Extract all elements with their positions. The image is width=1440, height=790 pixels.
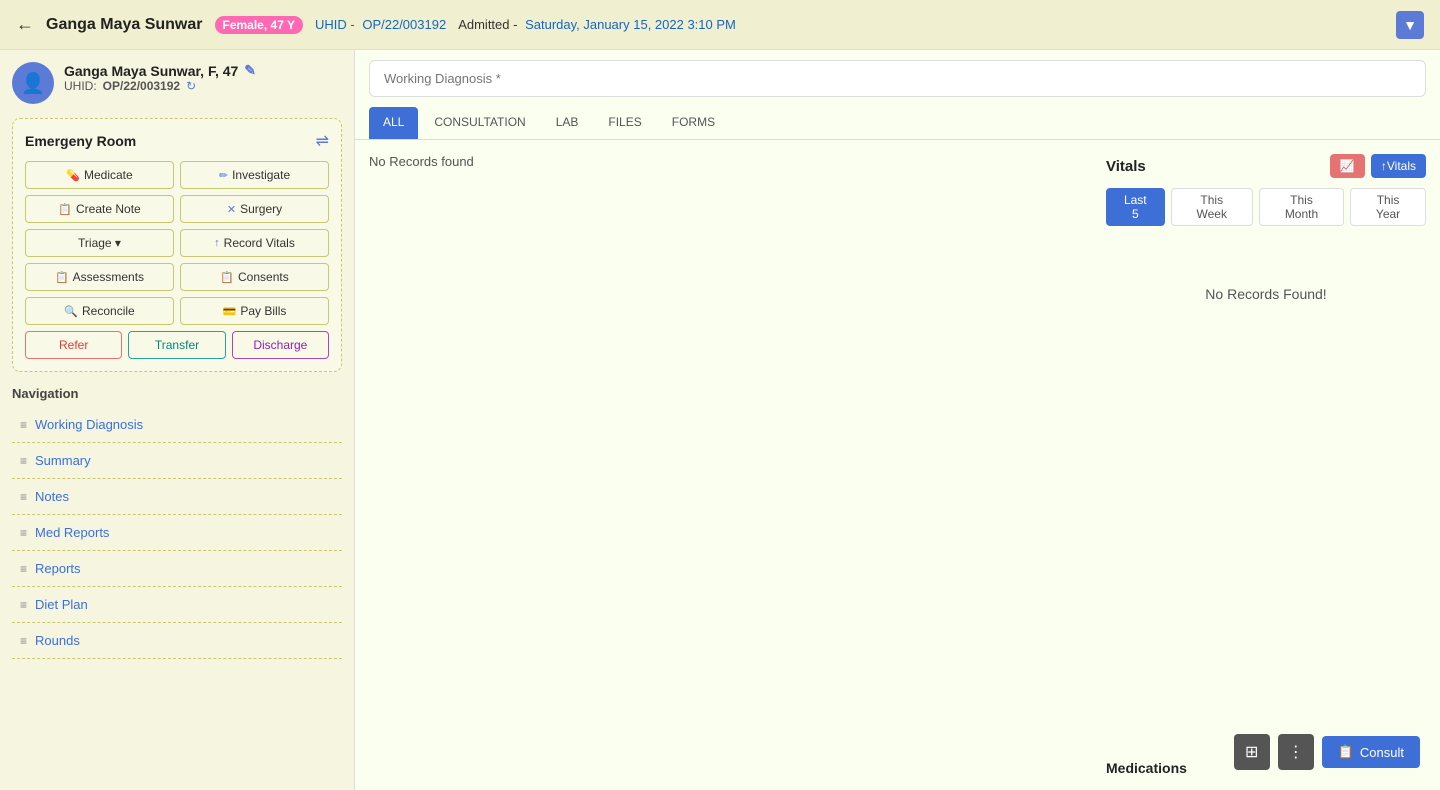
consents-button[interactable]: 📋 Consents bbox=[180, 263, 329, 291]
vitals-section: Vitals 📈 ↑Vitals Last 5 This Week bbox=[1106, 154, 1426, 740]
more-icon: ⋮ bbox=[1288, 742, 1304, 762]
consult-button[interactable]: 📋 Consult bbox=[1322, 736, 1420, 768]
refresh-icon[interactable]: ↻ bbox=[186, 79, 196, 93]
action-buttons-grid: 💊 Medicate ✏ Investigate 📋 Create Note ✕… bbox=[25, 161, 329, 325]
top-right-button[interactable]: ▼ bbox=[1396, 11, 1424, 39]
right-content: ALL CONSULTATION LAB FILES FORMS No Reco… bbox=[355, 50, 1440, 790]
vitals-buttons: 📈 ↑Vitals bbox=[1330, 154, 1426, 178]
consents-icon: 📋 bbox=[220, 271, 234, 284]
surgery-button[interactable]: ✕ Surgery bbox=[180, 195, 329, 223]
patient-full-name: Ganga Maya Sunwar, F, 47 ✎ bbox=[64, 62, 342, 79]
er-action-row: Refer Transfer Discharge bbox=[25, 331, 329, 359]
reconcile-icon: 🔍 bbox=[64, 305, 78, 318]
discharge-button[interactable]: Discharge bbox=[232, 331, 329, 359]
filter-icon[interactable]: ⇌ bbox=[316, 131, 329, 151]
bottom-actions: ⊞ ⋮ 📋 Consult bbox=[1234, 734, 1420, 770]
nav-item-working-diagnosis[interactable]: ≡ Working Diagnosis bbox=[12, 407, 342, 443]
nav-icon: ≡ bbox=[20, 634, 27, 648]
pay-bills-icon: 💳 bbox=[223, 305, 237, 318]
nav-item-med-reports[interactable]: ≡ Med Reports bbox=[12, 515, 342, 551]
medicate-icon: 💊 bbox=[66, 169, 80, 182]
surgery-icon: ✕ bbox=[227, 203, 236, 216]
nav-icon: ≡ bbox=[20, 418, 27, 432]
nav-icon: ≡ bbox=[20, 598, 27, 612]
create-note-button[interactable]: 📋 Create Note bbox=[25, 195, 174, 223]
working-diagnosis-bar bbox=[355, 50, 1440, 107]
record-vitals-button[interactable]: ↑ Record Vitals bbox=[180, 229, 329, 257]
assessments-button[interactable]: 📋 Assessments bbox=[25, 263, 174, 291]
assessments-icon: 📋 bbox=[55, 271, 69, 284]
working-diagnosis-input[interactable] bbox=[369, 60, 1426, 97]
emergency-room-card: Emergeny Room ⇌ 💊 Medicate ✏ Investigate… bbox=[12, 118, 342, 372]
nav-icon: ≡ bbox=[20, 490, 27, 504]
navigation-section: Navigation ≡ Working Diagnosis ≡ Summary… bbox=[12, 386, 342, 659]
vitals-header: Vitals 📈 ↑Vitals bbox=[1106, 154, 1426, 178]
header-patient-name: Ganga Maya Sunwar bbox=[46, 16, 203, 34]
record-vitals-icon: ↑ bbox=[214, 237, 220, 249]
grid-view-button[interactable]: ⊞ bbox=[1234, 734, 1270, 770]
admitted-info: Admitted - Saturday, January 15, 2022 3:… bbox=[458, 17, 736, 32]
main-layout: 👤 Ganga Maya Sunwar, F, 47 ✎ UHID: OP/22… bbox=[0, 50, 1440, 790]
tab-all[interactable]: ALL bbox=[369, 107, 418, 139]
more-options-button[interactable]: ⋮ bbox=[1278, 734, 1314, 770]
back-button[interactable]: ← bbox=[16, 14, 34, 35]
vitals-chart-button[interactable]: 📈 bbox=[1330, 154, 1365, 178]
pay-bills-button[interactable]: 💳 Pay Bills bbox=[180, 297, 329, 325]
nav-item-diet-plan[interactable]: ≡ Diet Plan bbox=[12, 587, 342, 623]
tab-forms[interactable]: FORMS bbox=[658, 107, 729, 139]
edit-icon[interactable]: ✎ bbox=[244, 62, 256, 79]
uhid-info: UHID - OP/22/003192 bbox=[315, 17, 446, 32]
patient-card: 👤 Ganga Maya Sunwar, F, 47 ✎ UHID: OP/22… bbox=[12, 62, 342, 104]
nav-icon: ≡ bbox=[20, 526, 27, 540]
create-note-icon: 📋 bbox=[58, 203, 72, 216]
gender-age-badge: Female, 47 Y bbox=[215, 16, 304, 34]
tab-consultation[interactable]: CONSULTATION bbox=[420, 107, 539, 139]
er-title: Emergeny Room bbox=[25, 133, 136, 149]
chart-icon: 📈 bbox=[1340, 159, 1355, 173]
nav-item-rounds[interactable]: ≡ Rounds bbox=[12, 623, 342, 659]
content-area: No Records found Vitals 📈 ↑Vitals bbox=[355, 140, 1440, 790]
consult-icon: 📋 bbox=[1338, 744, 1354, 760]
period-this-week-button[interactable]: This Week bbox=[1171, 188, 1253, 226]
period-last5-button[interactable]: Last 5 bbox=[1106, 188, 1165, 226]
patient-details: Ganga Maya Sunwar, F, 47 ✎ UHID: OP/22/0… bbox=[64, 62, 342, 93]
nav-icon: ≡ bbox=[20, 454, 27, 468]
tab-lab[interactable]: LAB bbox=[542, 107, 593, 139]
avatar: 👤 bbox=[12, 62, 54, 104]
admitted-date: Saturday, January 15, 2022 3:10 PM bbox=[525, 17, 736, 32]
left-sidebar: 👤 Ganga Maya Sunwar, F, 47 ✎ UHID: OP/22… bbox=[0, 50, 355, 790]
investigate-button[interactable]: ✏ Investigate bbox=[180, 161, 329, 189]
add-vitals-button[interactable]: ↑Vitals bbox=[1371, 154, 1426, 178]
investigate-icon: ✏ bbox=[219, 169, 228, 182]
top-header: ← Ganga Maya Sunwar Female, 47 Y UHID - … bbox=[0, 0, 1440, 50]
nav-item-reports[interactable]: ≡ Reports bbox=[12, 551, 342, 587]
no-records-text: No Records found bbox=[369, 154, 1092, 169]
vitals-title: Vitals bbox=[1106, 158, 1146, 175]
refer-button[interactable]: Refer bbox=[25, 331, 122, 359]
period-this-month-button[interactable]: This Month bbox=[1259, 188, 1344, 226]
grid-icon: ⊞ bbox=[1245, 742, 1258, 762]
period-this-year-button[interactable]: This Year bbox=[1350, 188, 1426, 226]
reconcile-button[interactable]: 🔍 Reconcile bbox=[25, 297, 174, 325]
tab-files[interactable]: FILES bbox=[594, 107, 655, 139]
transfer-button[interactable]: Transfer bbox=[128, 331, 225, 359]
nav-title: Navigation bbox=[12, 386, 342, 401]
patient-uhid: UHID: OP/22/003192 ↻ bbox=[64, 79, 342, 93]
triage-button[interactable]: Triage ▾ bbox=[25, 229, 174, 257]
left-panel: No Records found bbox=[369, 154, 1092, 776]
er-header: Emergeny Room ⇌ bbox=[25, 131, 329, 151]
right-panel: Vitals 📈 ↑Vitals Last 5 This Week bbox=[1106, 154, 1426, 776]
nav-item-notes[interactable]: ≡ Notes bbox=[12, 479, 342, 515]
tabs-row: ALL CONSULTATION LAB FILES FORMS bbox=[355, 107, 1440, 140]
nav-item-summary[interactable]: ≡ Summary bbox=[12, 443, 342, 479]
vitals-period-tabs: Last 5 This Week This Month This Year bbox=[1106, 188, 1426, 226]
nav-icon: ≡ bbox=[20, 562, 27, 576]
medicate-button[interactable]: 💊 Medicate bbox=[25, 161, 174, 189]
vitals-no-records: No Records Found! bbox=[1106, 286, 1426, 302]
